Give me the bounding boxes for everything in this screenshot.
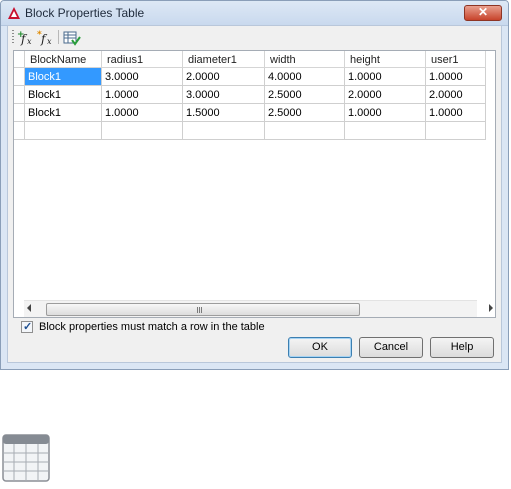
add-user-parameter-icon[interactable]: f x * bbox=[37, 29, 57, 47]
table-cell[interactable] bbox=[426, 122, 486, 140]
table-cell[interactable] bbox=[25, 122, 102, 140]
scroll-left-icon[interactable] bbox=[27, 304, 31, 312]
table-cell[interactable]: 1.5000 bbox=[183, 104, 265, 122]
table-cell[interactable]: 1.0000 bbox=[345, 104, 426, 122]
corner-header bbox=[14, 51, 25, 68]
svg-text:x: x bbox=[27, 37, 32, 46]
table-cell[interactable]: 2.0000 bbox=[345, 86, 426, 104]
row-header[interactable] bbox=[14, 104, 25, 122]
table-cell[interactable] bbox=[265, 122, 345, 140]
scroll-track[interactable] bbox=[24, 300, 477, 317]
table-cell[interactable]: 3.0000 bbox=[183, 86, 265, 104]
match-row-checkbox-label[interactable]: Block properties must match a row in the… bbox=[39, 321, 265, 333]
table-cell[interactable]: 4.0000 bbox=[265, 68, 345, 86]
toolbar-grip[interactable] bbox=[12, 30, 14, 44]
table-cell[interactable]: 1.0000 bbox=[102, 104, 183, 122]
table-cell[interactable]: 2.0000 bbox=[183, 68, 265, 86]
table-cell[interactable] bbox=[183, 122, 265, 140]
table-icon bbox=[2, 434, 50, 482]
column-header[interactable]: height bbox=[345, 51, 426, 68]
autocad-logo-icon bbox=[8, 7, 20, 19]
properties-grid[interactable]: BlockName radius1 diameter1 width height user… bbox=[13, 50, 496, 318]
help-button[interactable]: Help bbox=[430, 337, 494, 358]
table-cell[interactable]: 1.0000 bbox=[102, 86, 183, 104]
close-button[interactable]: ✕ bbox=[464, 5, 502, 21]
table-cell[interactable]: Block1 bbox=[25, 86, 102, 104]
table-cell[interactable]: 2.5000 bbox=[265, 104, 345, 122]
column-header[interactable]: radius1 bbox=[102, 51, 183, 68]
table-cell[interactable]: 1.0000 bbox=[426, 68, 486, 86]
scroll-right-icon[interactable] bbox=[489, 304, 493, 312]
toolbar-separator bbox=[58, 30, 59, 44]
row-header[interactable] bbox=[14, 68, 25, 86]
match-row-checkbox[interactable]: ✓ bbox=[21, 321, 33, 333]
table-cell[interactable]: 3.0000 bbox=[102, 68, 183, 86]
table-cell[interactable]: 2.0000 bbox=[426, 86, 486, 104]
row-header[interactable] bbox=[14, 122, 25, 140]
audit-icon[interactable] bbox=[62, 29, 82, 47]
window-title: Block Properties Table bbox=[25, 6, 145, 20]
horizontal-scrollbar[interactable] bbox=[13, 300, 493, 317]
column-header[interactable]: BlockName bbox=[25, 51, 102, 68]
column-header[interactable]: width bbox=[265, 51, 345, 68]
block-properties-table-dialog: Block Properties Table ✕ f x + f x * Blo… bbox=[0, 0, 509, 370]
toolbar: f x + f x * bbox=[8, 28, 501, 48]
table-cell[interactable]: 1.0000 bbox=[345, 68, 426, 86]
close-icon: ✕ bbox=[477, 5, 489, 19]
ok-button[interactable]: OK bbox=[288, 337, 352, 358]
checkmark-icon: ✓ bbox=[23, 321, 33, 333]
table-cell[interactable]: Block1 bbox=[25, 104, 102, 122]
column-header[interactable]: diameter1 bbox=[183, 51, 265, 68]
table-cell[interactable]: Block1 bbox=[25, 68, 102, 86]
table-cell[interactable] bbox=[102, 122, 183, 140]
row-header[interactable] bbox=[14, 86, 25, 104]
table-cell[interactable] bbox=[345, 122, 426, 140]
add-property-icon[interactable]: f x + bbox=[17, 29, 37, 47]
table-cell[interactable]: 2.5000 bbox=[265, 86, 345, 104]
cancel-button[interactable]: Cancel bbox=[359, 337, 423, 358]
svg-text:*: * bbox=[37, 30, 42, 40]
scroll-thumb[interactable] bbox=[46, 303, 360, 316]
table-cell[interactable]: 1.0000 bbox=[426, 104, 486, 122]
scroll-thumb-grip bbox=[197, 307, 203, 313]
svg-text:x: x bbox=[47, 37, 52, 46]
title-bar[interactable]: Block Properties Table ✕ bbox=[1, 1, 508, 26]
dialog-body: f x + f x * BlockName radius1 diameter1 wid… bbox=[7, 25, 502, 363]
svg-text:+: + bbox=[17, 30, 25, 40]
column-header[interactable]: user1 bbox=[426, 51, 486, 68]
